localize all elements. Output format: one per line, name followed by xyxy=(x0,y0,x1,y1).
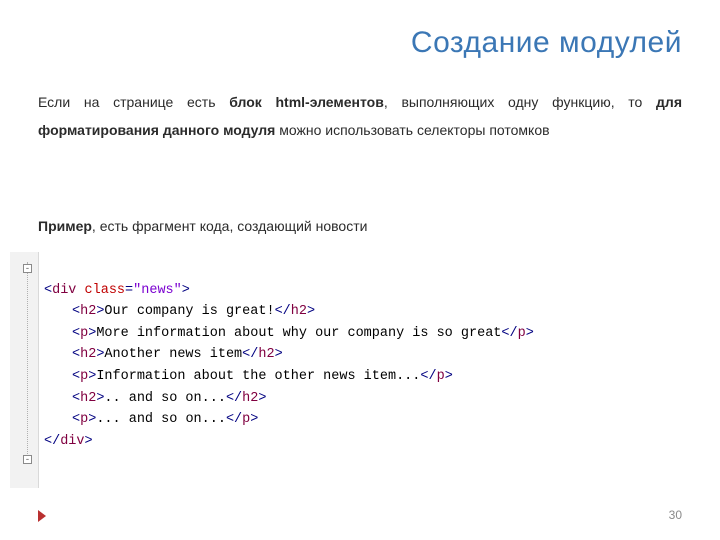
code-token: p xyxy=(437,369,445,384)
code-token: class xyxy=(85,283,126,298)
code-token: More information about why our company i… xyxy=(96,326,501,341)
code-token: </ xyxy=(275,304,291,319)
code-token: h2 xyxy=(80,347,96,362)
example-rest: , есть фрагмент кода, создающий новости xyxy=(92,218,368,234)
code-token: Information about the other news item... xyxy=(96,369,420,384)
code-token: </ xyxy=(501,326,517,341)
code-token: .. and so on... xyxy=(104,391,226,406)
code-token: "news" xyxy=(133,283,182,298)
code-token: </ xyxy=(226,391,242,406)
code-token: div xyxy=(60,434,84,449)
slide-marker-icon xyxy=(38,510,46,522)
p-text-1: Если на странице есть xyxy=(38,94,229,110)
code-gutter: - - xyxy=(10,252,39,488)
example-paragraph: Пример, есть фрагмент кода, создающий но… xyxy=(38,218,682,234)
code-token: > xyxy=(307,304,315,319)
code-token: h2 xyxy=(80,391,96,406)
p-text-2: , выполняющих одну функцию, то xyxy=(384,94,656,110)
code-token: div xyxy=(52,283,76,298)
code-token: > xyxy=(182,283,190,298)
code-token: > xyxy=(275,347,283,362)
fold-open-icon: - xyxy=(23,264,32,273)
code-token: </ xyxy=(242,347,258,362)
code-token: < xyxy=(72,347,80,362)
code-token xyxy=(76,283,84,298)
code-token: </ xyxy=(420,369,436,384)
code-token: </ xyxy=(44,434,60,449)
code-token: < xyxy=(44,283,52,298)
slide-title: Создание модулей xyxy=(411,26,682,60)
code-token: > xyxy=(445,369,453,384)
code-token: > xyxy=(258,391,266,406)
code-lines: <div class="news"> <h2>Our company is gr… xyxy=(44,258,650,474)
code-token: h2 xyxy=(291,304,307,319)
fold-close-icon: - xyxy=(23,455,32,464)
code-token: </ xyxy=(226,412,242,427)
example-bold: Пример xyxy=(38,218,92,234)
code-token: < xyxy=(72,369,80,384)
code-token: > xyxy=(250,412,258,427)
code-token: < xyxy=(72,412,80,427)
p-bold-1: блок html-элементов xyxy=(229,94,384,110)
code-token: h2 xyxy=(242,391,258,406)
page-number: 30 xyxy=(669,508,682,522)
code-token: Our company is great! xyxy=(104,304,274,319)
code-token: = xyxy=(125,283,133,298)
code-token: h2 xyxy=(258,347,274,362)
code-token: > xyxy=(526,326,534,341)
code-token: p xyxy=(80,326,88,341)
body-paragraph: Если на странице есть блок html-элементо… xyxy=(38,88,682,144)
code-token: < xyxy=(72,304,80,319)
code-token: p xyxy=(80,412,88,427)
code-screenshot: - - <div class="news"> <h2>Our company i… xyxy=(10,252,650,488)
code-token: < xyxy=(72,326,80,341)
p-text-3: можно использовать селекторы потомков xyxy=(275,122,549,138)
code-token: ... and so on... xyxy=(96,412,226,427)
code-token: h2 xyxy=(80,304,96,319)
code-token: p xyxy=(80,369,88,384)
code-token: p xyxy=(518,326,526,341)
code-token: Another news item xyxy=(104,347,242,362)
code-token: > xyxy=(85,434,93,449)
code-token: < xyxy=(72,391,80,406)
fold-guide xyxy=(27,262,28,462)
